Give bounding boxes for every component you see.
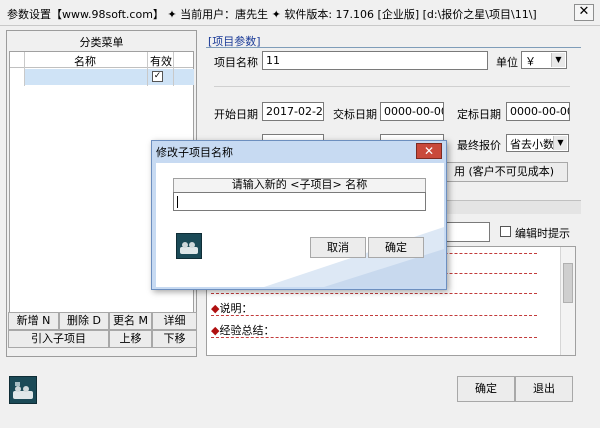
app-logo [9, 376, 37, 404]
dialog-body: 请输入新的 <子项目> 名称 取消 确定 [156, 163, 444, 287]
deliver-date-label: 交标日期 [333, 108, 377, 121]
chevron-down-icon: ▼ [553, 136, 567, 150]
rename-subproject-dialog: 修改子项目名称 ✕ 请输入新的 <子项目> 名称 取消 确定 [151, 140, 447, 290]
subproject-name-input[interactable] [173, 192, 426, 211]
divider [211, 337, 537, 338]
divider [214, 86, 570, 87]
window-title: 参数设置【www.98soft.com】 ✦ 当前用户：唐先生 ✦ 软件版本: … [7, 8, 537, 21]
column-valid: 有效 [150, 55, 172, 68]
cost-button[interactable]: 用 (客户不可见成本) [440, 162, 568, 182]
import-subproject-button[interactable]: 引入子项目 [8, 330, 109, 348]
table-row[interactable] [24, 69, 194, 85]
chevron-down-icon: ▼ [551, 53, 565, 67]
close-window-button[interactable]: ✕ [574, 4, 594, 21]
dialog-prompt: 请输入新的 <子项目> 名称 [173, 178, 426, 192]
edit-hint-label: 编辑时提示 [515, 227, 570, 240]
start-date-label: 开始日期 [214, 108, 258, 121]
experience-label: ◆经验总结： [211, 324, 275, 337]
start-date-input[interactable]: 2017-02-20 [262, 102, 324, 121]
dialog-logo [176, 233, 202, 259]
fix-date-label: 定标日期 [457, 108, 501, 121]
dialog-title: 修改子项目名称 [156, 146, 233, 159]
exit-button[interactable]: 退出 [515, 376, 573, 402]
delete-button[interactable]: 删除 D [59, 312, 109, 330]
ok-button[interactable]: 确定 [457, 376, 515, 402]
column-name: 名称 [74, 55, 96, 68]
final-quote-select[interactable]: 省去小数 ▼ [506, 134, 569, 152]
deliver-date-input[interactable]: 0000-00-00 [380, 102, 444, 121]
title-bar: 参数设置【www.98soft.com】 ✦ 当前用户：唐先生 ✦ 软件版本: … [0, 0, 600, 26]
text-caret [177, 196, 178, 208]
grid-divider [173, 52, 174, 86]
grid-divider [24, 52, 25, 86]
logo-icon [13, 382, 33, 399]
rename-button[interactable]: 更名 M [109, 312, 152, 330]
cancel-button[interactable]: 取消 [310, 237, 366, 258]
unit-label: 单位 [496, 56, 518, 69]
valid-checkbox[interactable]: ✓ [152, 71, 163, 82]
logo-icon [180, 242, 198, 254]
detail-button[interactable]: 详细 [152, 312, 197, 330]
note-label: ◆说明： [211, 302, 253, 315]
edit-hint-checkbox[interactable] [500, 226, 511, 237]
add-button[interactable]: 新增 N [8, 312, 59, 330]
final-quote-label: 最终报价 [457, 139, 501, 152]
grid-divider [147, 52, 148, 86]
move-up-button[interactable]: 上移 [109, 330, 152, 348]
move-down-button[interactable]: 下移 [152, 330, 197, 348]
project-name-label: 项目名称 [214, 56, 258, 69]
scrollbar[interactable] [560, 247, 575, 355]
divider [211, 293, 537, 294]
grid-header: 名称 有效 [10, 52, 193, 68]
section-title: [项目参数] [206, 33, 581, 48]
confirm-button[interactable]: 确定 [368, 237, 424, 258]
dialog-close-button[interactable]: ✕ [416, 143, 442, 159]
fix-date-input[interactable]: 0000-00-00 [506, 102, 570, 121]
category-menu-header: 分类菜单 [79, 36, 124, 49]
unit-select[interactable]: ￥ ▼ [521, 51, 567, 69]
divider [211, 315, 537, 316]
project-name-input[interactable]: 11 [262, 51, 488, 70]
